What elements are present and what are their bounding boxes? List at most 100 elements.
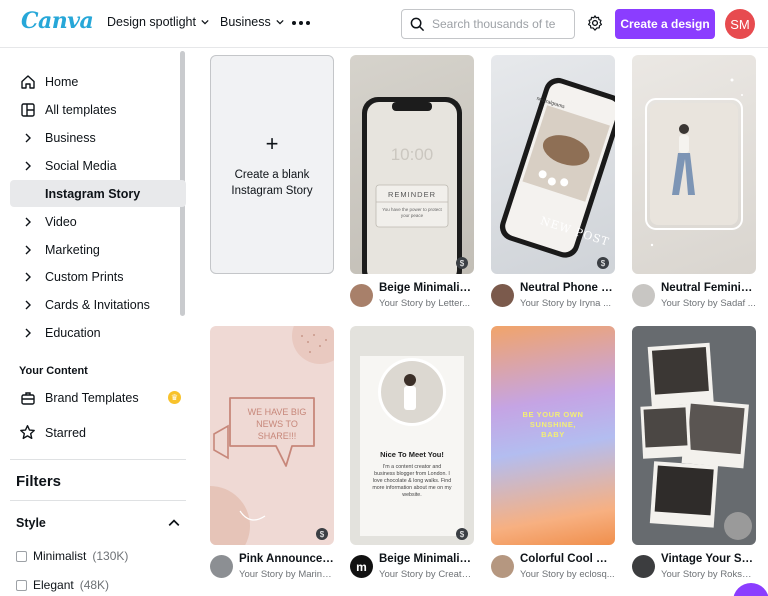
sidebar-item-video[interactable]: Video <box>10 208 186 235</box>
filter-option-label: Elegant <box>33 578 74 592</box>
filter-option-label: Minimalist <box>33 549 87 563</box>
search-input[interactable] <box>432 17 562 31</box>
template-meta[interactable]: Beige Minimalist ... Your Story by Lette… <box>350 282 474 312</box>
chevron-right-icon <box>25 161 31 170</box>
sidebar-item-label: Custom Prints <box>45 269 124 284</box>
sidebar-item-custom-prints[interactable]: Custom Prints <box>10 263 186 290</box>
sidebar-item-social-media[interactable]: Social Media <box>10 152 186 179</box>
template-thumbnail[interactable]: neutralgrams NEW POST $ <box>491 55 615 274</box>
sidebar-item-label: Education <box>45 325 101 340</box>
template-thumbnail[interactable]: BE YOUR OWN SUNSHINE, BABY <box>491 326 615 545</box>
home-icon <box>20 74 35 89</box>
template-preview-art <box>360 356 464 536</box>
template-meta[interactable]: m Beige Minimalist ... Your Story by Cre… <box>350 553 474 583</box>
template-creator: Your Story by Iryna ... <box>520 298 611 309</box>
chevron-right-icon <box>25 217 31 226</box>
template-meta[interactable]: Vintage Your Stor... Your Story by Rokso… <box>632 553 756 583</box>
template-meta[interactable]: Neutral Feminine... Your Story by Sadaf … <box>632 282 756 312</box>
big-news-text: WE HAVE BIG NEWS TO SHARE!!! <box>247 407 307 441</box>
template-thumbnail[interactable]: 10:00 REMINDER You have the power to pro… <box>350 55 474 274</box>
nice-body: I'm a content creator and business blogg… <box>372 464 452 498</box>
user-avatar[interactable]: SM <box>725 9 755 39</box>
sidebar-item-all-templates[interactable]: All templates <box>10 96 186 123</box>
paid-badge-icon: $ <box>456 257 468 269</box>
creator-avatar <box>210 555 233 578</box>
template-creator: Your Story by Roksol... <box>661 569 756 580</box>
sidebar-item-cards-invitations[interactable]: Cards & Invitations <box>10 291 186 318</box>
create-blank-label: Create a blank Instagram Story <box>231 168 313 197</box>
chevron-right-icon <box>25 328 31 337</box>
sidebar-item-label: Home <box>45 74 79 89</box>
template-title: Pink Announcem... <box>239 553 334 565</box>
sidebar-item-label: Social Media <box>45 158 117 173</box>
sidebar-divider <box>10 459 186 460</box>
paid-badge-icon: $ <box>597 257 609 269</box>
template-thumbnail[interactable] <box>632 326 756 545</box>
paid-badge-icon: $ <box>316 528 328 540</box>
help-button[interactable] <box>733 583 768 596</box>
template-title: Vintage Your Stor... <box>661 553 756 565</box>
canva-logo[interactable]: Canva <box>21 8 94 34</box>
sidebar-item-label: Brand Templates <box>45 390 139 405</box>
style-heading: Style <box>16 516 46 530</box>
chevron-right-icon <box>25 300 31 309</box>
filter-option-count: (130K) <box>92 549 129 563</box>
your-content-heading: Your Content <box>19 365 88 377</box>
paid-badge-icon: $ <box>456 528 468 540</box>
sunshine-text: BE YOUR OWN SUNSHINE, BABY <box>522 410 584 439</box>
nav-business[interactable]: Business <box>220 15 284 29</box>
sidebar-item-label: Marketing <box>45 242 100 257</box>
style-filter-toggle[interactable]: Style <box>16 516 180 530</box>
template-thumbnail[interactable] <box>632 55 756 274</box>
template-meta[interactable]: Colorful Cool Dre... Your Story by eclos… <box>491 553 615 583</box>
creator-avatar <box>632 555 655 578</box>
chevron-up-icon <box>168 519 180 526</box>
chevron-right-icon <box>25 133 31 142</box>
sidebar-item-starred[interactable]: Starred <box>10 419 186 446</box>
template-title: Beige Minimalist ... <box>379 282 474 294</box>
search-icon <box>410 17 425 31</box>
checkbox[interactable] <box>16 579 27 591</box>
sidebar-item-label: Instagram Story <box>45 186 141 201</box>
reminder-title: REMINDER <box>387 190 436 199</box>
template-title: Colorful Cool Dre... <box>520 553 615 565</box>
creator-avatar <box>632 284 655 307</box>
template-creator: Your Story by eclosq... <box>520 569 615 580</box>
template-meta[interactable]: Neutral Phone M... Your Story by Iryna .… <box>491 282 615 312</box>
checkbox[interactable] <box>16 550 27 562</box>
sidebar-divider <box>10 500 186 501</box>
sidebar-item-label: Starred <box>45 425 86 440</box>
create-design-button[interactable]: Create a design <box>615 9 715 39</box>
create-blank-card[interactable]: + Create a blank Instagram Story <box>210 55 334 274</box>
chevron-down-icon <box>201 19 209 25</box>
sidebar-item-brand-templates[interactable]: Brand Templates ♛ <box>10 384 186 411</box>
template-title: Beige Minimalist ... <box>379 553 474 565</box>
template-meta[interactable]: Pink Announcem... Your Story by Marina..… <box>210 553 334 583</box>
crown-badge-icon: ♛ <box>168 391 181 404</box>
sidebar-item-business[interactable]: Business <box>10 124 186 151</box>
sidebar-item-label: Business <box>45 130 96 145</box>
template-title: Neutral Feminine... <box>661 282 756 294</box>
template-preview-art <box>640 342 752 540</box>
chevron-right-icon <box>25 272 31 281</box>
filter-option-elegant[interactable]: Elegant (48K) <box>16 578 109 592</box>
sidebar-item-education[interactable]: Education <box>10 319 186 346</box>
top-bar: Canva Design spotlight Business Create a… <box>0 0 768 48</box>
gear-icon[interactable] <box>586 14 604 32</box>
filter-option-count: (48K) <box>79 578 110 592</box>
creator-avatar <box>491 284 514 307</box>
sidebar-item-home[interactable]: Home <box>10 68 186 95</box>
search-box[interactable] <box>401 9 575 39</box>
template-title: Neutral Phone M... <box>520 282 615 294</box>
template-thumbnail[interactable]: Nice To Meet You! I'm a content creator … <box>350 326 474 545</box>
more-options-icon[interactable] <box>292 14 310 32</box>
template-thumbnail[interactable]: WE HAVE BIG NEWS TO SHARE!!! $ <box>210 326 334 545</box>
sidebar-item-marketing[interactable]: Marketing <box>10 236 186 263</box>
nav-design-spotlight[interactable]: Design spotlight <box>107 15 209 29</box>
sidebar-item-instagram-story[interactable]: Instagram Story <box>10 180 186 207</box>
sidebar-item-label: Cards & Invitations <box>45 297 150 312</box>
creator-avatar: m <box>350 555 373 578</box>
sidebar-item-label: Video <box>45 214 77 229</box>
filter-option-minimalist[interactable]: Minimalist (130K) <box>16 549 128 563</box>
template-creator: Your Story by Letter... <box>379 298 471 309</box>
